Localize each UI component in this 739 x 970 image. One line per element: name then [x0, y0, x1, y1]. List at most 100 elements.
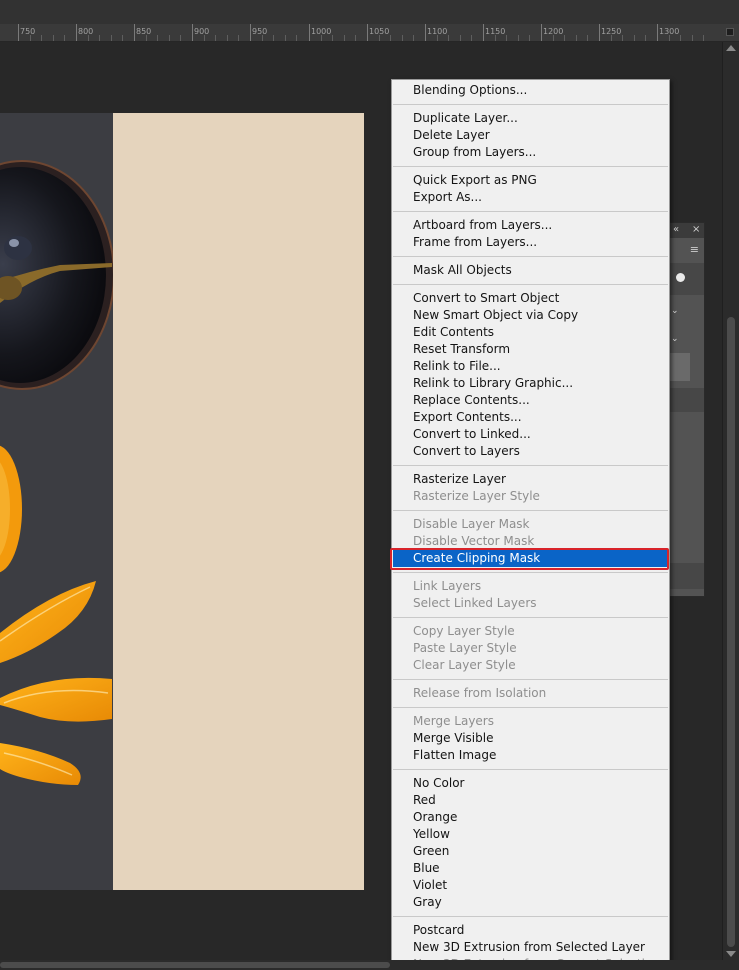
menu-item-convert-to-layers[interactable]: Convert to Layers [393, 443, 668, 460]
menu-item-edit-contents[interactable]: Edit Contents [393, 324, 668, 341]
ruler-minor-tick [30, 35, 31, 41]
ruler-minor-tick [285, 35, 286, 41]
ruler-minor-tick [111, 35, 112, 41]
ruler-minor-tick [88, 35, 89, 41]
ruler-minor-tick [437, 35, 438, 41]
ruler-minor-tick [576, 35, 577, 41]
ruler-label: 850 [136, 27, 152, 36]
ruler-minor-tick [41, 35, 42, 41]
menu-item-delete-layer[interactable]: Delete Layer [393, 127, 668, 144]
menu-separator [393, 617, 668, 618]
panel-header: « × [670, 223, 704, 238]
menu-item-relink-to-file[interactable]: Relink to File... [393, 358, 668, 375]
menu-item-yellow[interactable]: Yellow [393, 826, 668, 843]
vertical-scrollbar[interactable] [722, 42, 739, 960]
menu-item-quick-export-as-png[interactable]: Quick Export as PNG [393, 172, 668, 189]
panel-row [670, 263, 704, 295]
menu-item-artboard-from-layers[interactable]: Artboard from Layers... [393, 217, 668, 234]
menu-separator [393, 707, 668, 708]
menu-item-postcard[interactable]: Postcard [393, 922, 668, 939]
menu-item-rasterize-layer[interactable]: Rasterize Layer [393, 471, 668, 488]
ruler-corner [722, 24, 739, 42]
ruler-minor-tick [645, 35, 646, 41]
panel-menu-icon[interactable]: ≡ [690, 244, 699, 255]
menu-item-violet[interactable]: Violet [393, 877, 668, 894]
ruler-minor-tick [215, 35, 216, 41]
menu-item-release-from-isolation: Release from Isolation [413, 686, 547, 700]
vertical-scroll-thumb[interactable] [727, 317, 735, 947]
menu-item-create-clipping-mask[interactable]: Create Clipping Mask [393, 550, 668, 567]
menu-separator [393, 916, 668, 917]
ruler-minor-tick [390, 35, 391, 41]
ruler-minor-tick [471, 35, 472, 41]
menu-item-blending-options[interactable]: Blending Options... [393, 82, 668, 99]
menu-item-mask-all-objects[interactable]: Mask All Objects [393, 262, 668, 279]
menu-item-frame-from-layers[interactable]: Frame from Layers... [393, 234, 668, 251]
ruler-major-tick [76, 24, 77, 41]
collapse-panel-icon[interactable]: « [673, 224, 679, 236]
ruler-major-tick [541, 24, 542, 41]
menu-item-blue[interactable]: Blue [393, 860, 668, 877]
ruler-minor-tick [379, 35, 380, 41]
menu-item-duplicate-layer[interactable]: Duplicate Layer... [393, 110, 668, 127]
menu-item-reset-transform[interactable]: Reset Transform [393, 341, 668, 358]
menu-item-convert-to-linked[interactable]: Convert to Linked... [393, 426, 668, 443]
ruler-minor-tick [321, 35, 322, 41]
panel-footer [670, 563, 704, 589]
menu-item-gray[interactable]: Gray [393, 894, 668, 911]
menu-item-group-from-layers[interactable]: Group from Layers... [393, 144, 668, 161]
ruler-minor-tick [53, 35, 54, 41]
horizontal-scrollbar[interactable] [0, 960, 739, 970]
menu-separator [393, 166, 668, 167]
chevron-down-icon[interactable]: ⌄ [671, 334, 679, 344]
menu-item-no-color[interactable]: No Color [393, 775, 668, 792]
menu-item-new-3d-extrusion-from-selected-layer[interactable]: New 3D Extrusion from Selected Layer [393, 939, 668, 956]
scroll-up-icon[interactable] [726, 45, 736, 51]
layers-panel-collapsed[interactable]: « × ≡ ⌄ ⌄ [669, 222, 705, 597]
ruler-minor-tick [99, 35, 100, 41]
menu-item-flatten-image[interactable]: Flatten Image [393, 747, 668, 764]
menu-item-merge-visible[interactable]: Merge Visible [393, 730, 668, 747]
menu-item-copy-layer-style: Copy Layer Style [413, 624, 515, 638]
document-beige-region[interactable] [113, 113, 364, 890]
menu-separator [393, 284, 668, 285]
menu-item-convert-to-smart-object[interactable]: Convert to Smart Object [393, 290, 668, 307]
menu-item-relink-to-library-graphic[interactable]: Relink to Library Graphic... [393, 375, 668, 392]
menu-item-select-linked-layers: Select Linked Layers [413, 596, 537, 610]
ruler-major-tick [425, 24, 426, 41]
ruler-minor-tick [495, 35, 496, 41]
scroll-down-icon[interactable] [726, 951, 736, 957]
menu-item-rasterize-layer-style: Rasterize Layer Style [413, 489, 540, 503]
ruler-minor-tick [180, 35, 181, 41]
ruler-minor-tick [506, 35, 507, 41]
ruler-major-tick [18, 24, 19, 41]
ruler-minor-tick [273, 35, 274, 41]
ruler-major-tick [309, 24, 310, 41]
ruler-minor-tick [355, 35, 356, 41]
menu-item-red[interactable]: Red [393, 792, 668, 809]
ruler-major-tick [134, 24, 135, 41]
menu-item-orange[interactable]: Orange [393, 809, 668, 826]
menu-item-merge-layers: Merge Layers [413, 714, 494, 728]
menu-item-export-as[interactable]: Export As... [393, 189, 668, 206]
menu-item-new-smart-object-via-copy[interactable]: New Smart Object via Copy [393, 307, 668, 324]
ruler-minor-tick [64, 35, 65, 41]
close-panel-icon[interactable]: × [692, 224, 700, 236]
menu-item-replace-contents[interactable]: Replace Contents... [393, 392, 668, 409]
horizontal-scroll-thumb[interactable] [0, 962, 390, 968]
ruler-minor-tick [460, 35, 461, 41]
menu-item-disable-vector-mask: Disable Vector Mask [413, 534, 535, 548]
visibility-knob-icon[interactable] [676, 273, 685, 282]
ruler-minor-tick [553, 35, 554, 41]
menu-item-green[interactable]: Green [393, 843, 668, 860]
ruler-major-tick [250, 24, 251, 41]
horizontal-ruler[interactable]: 750 800 850 900 950 1000 1050 1100 1150 1200 1250 1… [0, 24, 722, 42]
ruler-minor-tick [238, 35, 239, 41]
ruler-minor-tick [680, 35, 681, 41]
ruler-minor-tick [587, 35, 588, 41]
document-photo-region[interactable] [0, 113, 113, 890]
ruler-minor-tick [344, 35, 345, 41]
menu-separator [393, 769, 668, 770]
chevron-down-icon[interactable]: ⌄ [671, 306, 679, 316]
menu-item-export-contents[interactable]: Export Contents... [393, 409, 668, 426]
